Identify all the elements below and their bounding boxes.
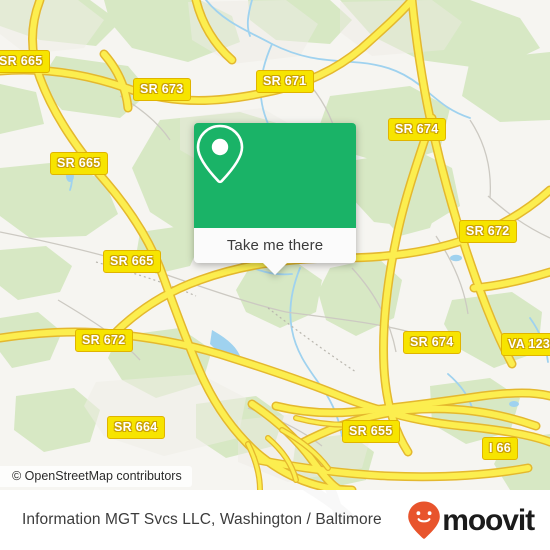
- road-shield: SR 655: [342, 420, 400, 443]
- road-shield: I 66: [482, 437, 519, 460]
- road-shield: SR 672: [75, 329, 133, 352]
- moovit-wordmark: moovit: [442, 504, 535, 537]
- popup-tail: [263, 263, 287, 275]
- map-pin-icon: [196, 124, 244, 184]
- road-shield: SR 674: [388, 118, 446, 141]
- moovit-logo[interactable]: moovit: [407, 500, 535, 540]
- road-shield: SR 664: [107, 416, 165, 439]
- moovit-smiley-pin-icon: [408, 501, 441, 539]
- road-shield: SR 673: [133, 78, 191, 101]
- map-screenshot: SR 665 SR 673 SR 671 SR 674 SR 665 SR 672 SR 6…: [0, 0, 550, 550]
- road-shield: SR 672: [459, 220, 517, 243]
- popup-marker-panel: [194, 123, 356, 228]
- location-popup[interactable]: Take me there: [194, 123, 356, 275]
- popup-action-bar[interactable]: Take me there: [194, 228, 356, 263]
- take-me-there-label: Take me there: [226, 237, 324, 254]
- road-shield: SR 665: [0, 50, 50, 73]
- footer-bar: Information MGT Svcs LLC, Washington / B…: [0, 490, 550, 550]
- road-shield: SR 671: [256, 70, 314, 93]
- road-shield: SR 665: [50, 152, 108, 175]
- road-shield: SR 665: [103, 250, 161, 273]
- road-shield: VA 123: [501, 333, 550, 356]
- road-shield: SR 674: [403, 331, 461, 354]
- location-title: Information MGT Svcs LLC, Washington / B…: [22, 511, 382, 528]
- map-canvas[interactable]: SR 665 SR 673 SR 671 SR 674 SR 665 SR 672 SR 6…: [0, 0, 550, 490]
- map-attribution[interactable]: © OpenStreetMap contributors: [0, 466, 192, 487]
